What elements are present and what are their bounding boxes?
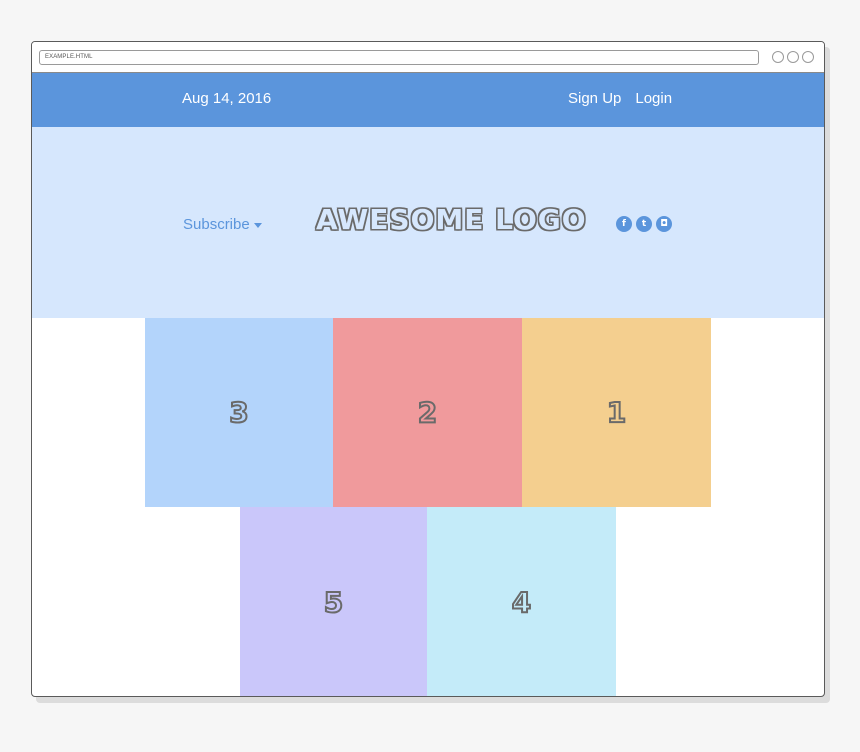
hero-banner: Subscribe AWESOME LOGO f t ◘ (32, 127, 824, 318)
window-controls (772, 51, 814, 63)
tile-number: 2 (417, 395, 439, 430)
social-links: f t ◘ (616, 216, 672, 232)
tile-5: 5 (240, 507, 427, 696)
tile-1: 1 (522, 318, 711, 507)
tile-3: 3 (145, 318, 333, 507)
url-bar[interactable]: EXAMPLE.HTML (39, 50, 759, 65)
instagram-icon[interactable]: ◘ (656, 216, 672, 232)
auth-links: Sign Up Login (568, 90, 672, 107)
browser-window: EXAMPLE.HTML Aug 14, 2016 Sign Up Login … (31, 41, 825, 697)
signup-link[interactable]: Sign Up (568, 90, 621, 107)
window-control-circle-icon[interactable] (772, 51, 784, 63)
tile-4: 4 (427, 507, 616, 696)
facebook-icon[interactable]: f (616, 216, 632, 232)
tile-number: 1 (606, 395, 628, 430)
login-link[interactable]: Login (635, 90, 672, 107)
tile-2: 2 (333, 318, 522, 507)
browser-chrome: EXAMPLE.HTML (32, 42, 824, 73)
site-logo[interactable]: AWESOME LOGO (316, 203, 587, 236)
subscribe-dropdown[interactable]: Subscribe (183, 216, 262, 233)
top-bar: Aug 14, 2016 Sign Up Login (32, 73, 824, 127)
tile-number: 3 (228, 395, 250, 430)
twitter-icon[interactable]: t (636, 216, 652, 232)
subscribe-label: Subscribe (183, 216, 250, 233)
window-control-circle-icon[interactable] (787, 51, 799, 63)
tile-number: 4 (511, 585, 533, 620)
caret-down-icon (253, 222, 262, 228)
header-date: Aug 14, 2016 (182, 90, 272, 107)
tile-number: 5 (323, 585, 345, 620)
window-control-circle-icon[interactable] (802, 51, 814, 63)
